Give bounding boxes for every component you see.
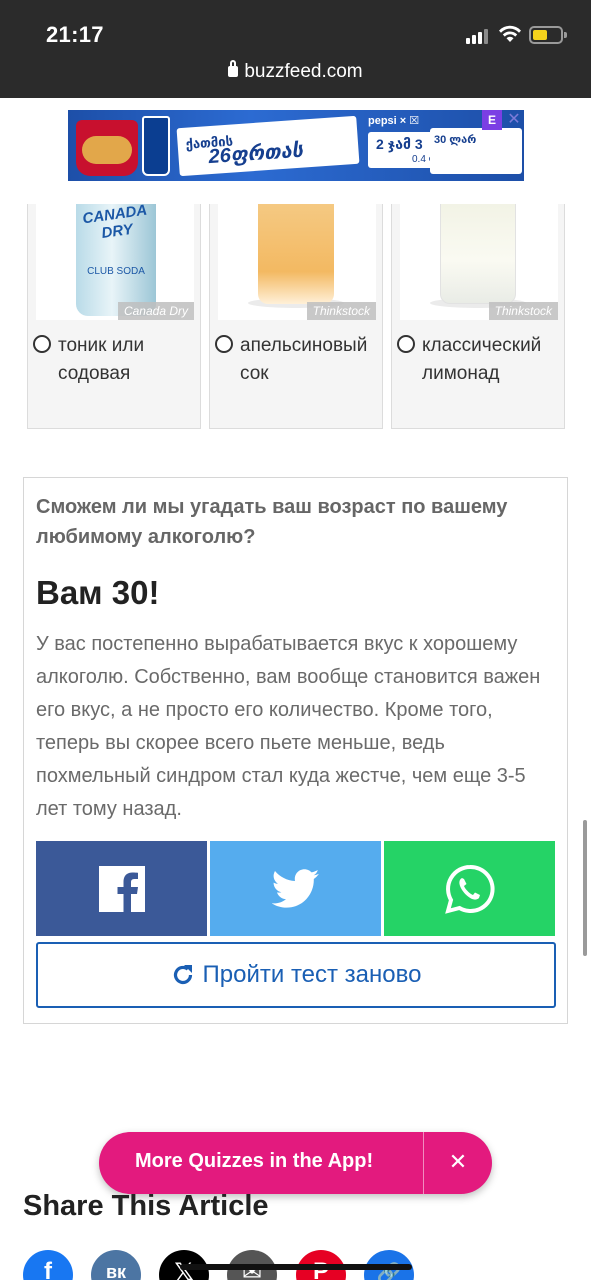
ad-close-icon[interactable]: ✕ — [504, 110, 524, 130]
soda-can-image: CANADA DRY CLUB SODA — [76, 204, 156, 316]
facebook-icon: f — [44, 1258, 52, 1280]
answer-label: тоник или содовая — [58, 335, 145, 384]
chicken-bucket-image — [76, 120, 138, 176]
image-credit: Thinkstock — [306, 302, 376, 320]
can-brand: CANADA DRY — [81, 204, 149, 243]
lock-icon — [228, 60, 239, 77]
retake-label: Пройти тест заново — [202, 961, 422, 988]
answer-option-orange-juice[interactable]: Thinkstock апельсиновый сок — [209, 204, 383, 429]
radio-button[interactable] — [215, 335, 233, 353]
home-indicator — [180, 1264, 412, 1270]
answer-image: CANADA DRY CLUB SODA Canada Dry — [36, 204, 194, 320]
quiz-answer-row: CANADA DRY CLUB SODA Canada Dry тоник ил… — [27, 204, 565, 429]
share-facebook-circle[interactable]: f — [23, 1250, 73, 1280]
adchoices-icon[interactable]: E — [482, 110, 502, 130]
answer-label: апельсиновый сок — [240, 335, 368, 384]
wifi-icon — [499, 25, 521, 42]
ad-offer-card: ქათმის 26ფრთას — [176, 115, 360, 177]
retake-quiz-button[interactable]: Пройти тест заново — [36, 942, 556, 1008]
ad-offer-big-text: 26ფრთას — [207, 139, 304, 169]
image-credit: Canada Dry — [117, 302, 194, 320]
ad-price-text: 2 ჯამ 3 — [376, 136, 423, 152]
answer-image: Thinkstock — [218, 204, 376, 320]
radio-button[interactable] — [33, 335, 51, 353]
twitter-icon — [271, 868, 319, 908]
browser-chrome: 21:17 buzzfeed.com — [0, 0, 591, 98]
result-description: У вас постепенно вырабатывается вкус к х… — [36, 633, 541, 820]
ad-brand-logos: pepsi × ☒ — [368, 115, 420, 127]
result-heading: Вам 30! — [36, 574, 160, 611]
orange-juice-glass-image — [258, 204, 334, 304]
url-text: buzzfeed.com — [244, 61, 363, 82]
lemonade-glass-image — [440, 204, 516, 304]
share-vk-circle[interactable]: вк — [91, 1250, 141, 1280]
answer-option-tonic[interactable]: CANADA DRY CLUB SODA Canada Dry тоник ил… — [27, 204, 201, 429]
share-whatsapp-button[interactable] — [384, 841, 555, 936]
status-time: 21:17 — [46, 22, 104, 47]
answer-label: классический лимонад — [422, 335, 542, 384]
ad-offer-2-text: 30 ლარ — [434, 134, 477, 146]
quiz-result-box: Сможем ли мы угадать ваш возраст по ваше… — [23, 477, 568, 1024]
can-soda-label: CLUB SODA — [87, 266, 145, 277]
ad-banner[interactable]: ქათმის 26ფრთას pepsi × ☒ 2 ჯამ 3 0.4 ლ 3… — [68, 110, 524, 181]
answer-option-lemonade[interactable]: Thinkstock классический лимонад — [391, 204, 565, 429]
address-bar[interactable]: buzzfeed.com — [0, 60, 591, 83]
app-promo-label: More Quizzes in the App! — [135, 1150, 374, 1172]
battery-icon — [529, 26, 567, 44]
answer-image: Thinkstock — [400, 204, 558, 320]
vk-icon: вк — [105, 1262, 127, 1280]
quiz-title: Сможем ли мы угадать ваш возраст по ваше… — [36, 496, 508, 548]
refresh-icon — [173, 965, 192, 985]
share-facebook-button[interactable] — [36, 841, 207, 936]
cellular-signal-icon — [466, 28, 492, 44]
radio-button[interactable] — [397, 335, 415, 353]
share-article-heading: Share This Article — [23, 1190, 269, 1222]
image-credit: Thinkstock — [488, 302, 558, 320]
facebook-icon — [98, 865, 145, 912]
promo-close-icon[interactable]: ✕ — [424, 1132, 492, 1194]
whatsapp-icon — [444, 864, 495, 914]
pepsi-cup-image — [142, 116, 170, 176]
app-promo-banner[interactable]: More Quizzes in the App! ✕ — [99, 1132, 492, 1194]
ad-offer-card-2: 30 ლარ — [430, 128, 522, 174]
scroll-indicator[interactable] — [583, 820, 587, 956]
share-twitter-button[interactable] — [210, 841, 381, 936]
